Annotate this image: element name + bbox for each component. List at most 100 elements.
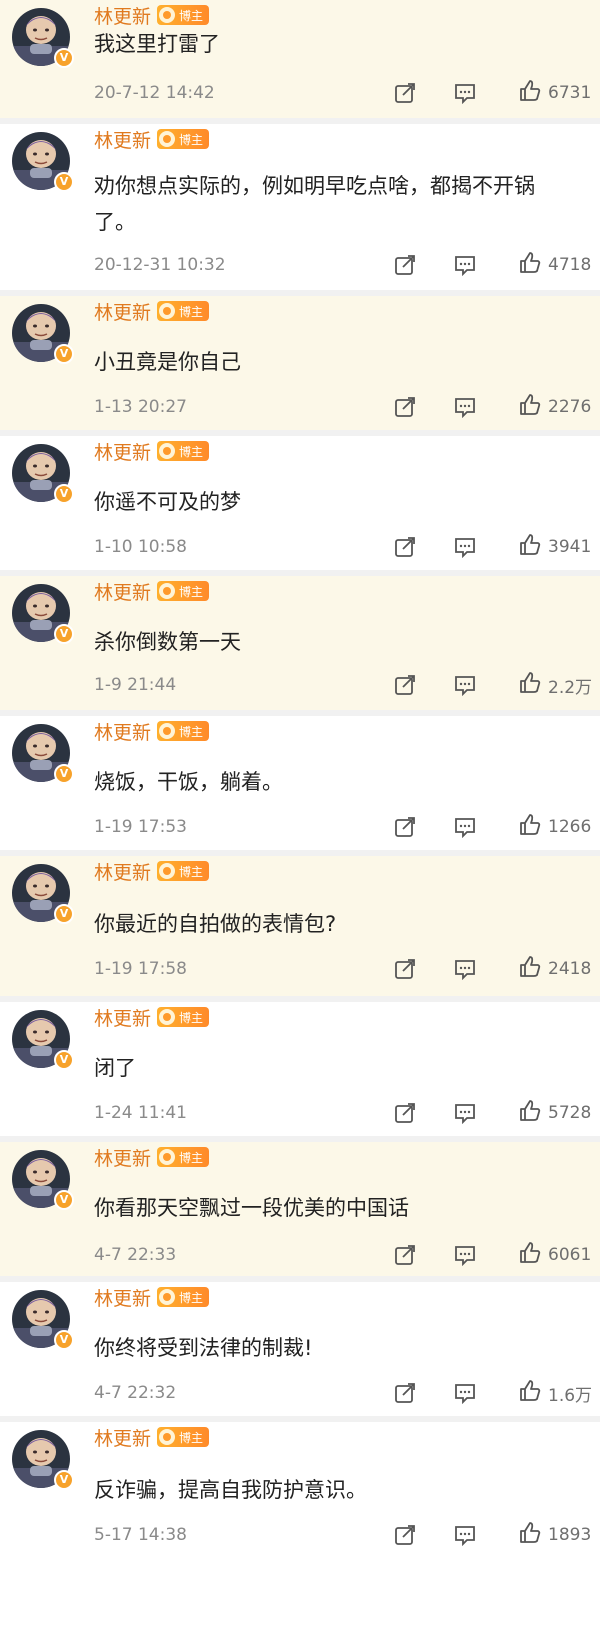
author-row: 林更新 博主 <box>94 1284 210 1311</box>
thumbs-up-icon <box>518 1379 542 1407</box>
like-button[interactable]: 1893 <box>518 1520 591 1550</box>
verified-badge-icon: V <box>54 1190 74 1210</box>
comment-icon[interactable] <box>454 254 476 276</box>
comment-card[interactable]: V 林更新 博主 你最近的自拍做的表情包? 1-19 17:58 2418 <box>0 856 600 996</box>
comment-icon[interactable] <box>454 396 476 418</box>
comment-icon[interactable] <box>454 1524 476 1546</box>
comment-icon[interactable] <box>454 816 476 838</box>
thumbs-up-icon <box>518 955 542 983</box>
comment-card[interactable]: V 林更新 博主 小丑竟是你自己 1-13 20:27 2276 <box>0 296 600 430</box>
author-name[interactable]: 林更新 <box>94 1144 151 1171</box>
blogger-badge: 博主 <box>157 861 210 881</box>
blogger-badge-label: 博主 <box>179 584 204 599</box>
comment-icon[interactable] <box>454 1244 476 1266</box>
avatar[interactable]: V <box>12 724 74 784</box>
share-icon[interactable] <box>394 254 416 276</box>
author-name[interactable]: 林更新 <box>94 718 151 745</box>
medal-icon <box>159 7 176 23</box>
thumbs-up-icon <box>518 533 542 561</box>
like-button[interactable]: 1.6万 <box>518 1378 592 1408</box>
author-name[interactable]: 林更新 <box>94 438 151 465</box>
share-icon[interactable] <box>394 82 416 104</box>
comment-card[interactable]: V 林更新 博主 你看那天空飘过一段优美的中国话 4-7 22:33 6061 <box>0 1142 600 1276</box>
like-button[interactable]: 6061 <box>518 1240 591 1270</box>
share-icon[interactable] <box>394 536 416 558</box>
share-icon[interactable] <box>394 958 416 980</box>
author-name[interactable]: 林更新 <box>94 1284 151 1311</box>
comment-meta: 20-7-12 14:42 6731 <box>94 78 600 108</box>
author-name[interactable]: 林更新 <box>94 2 151 29</box>
avatar[interactable]: V <box>12 864 74 924</box>
like-button[interactable]: 6731 <box>518 78 591 108</box>
comment-card[interactable]: V 林更新 博主 劝你想点实际的，例如明早吃点啥，都揭不开锅了。 20-12-31 10… <box>0 124 600 290</box>
verified-badge-icon: V <box>54 624 74 644</box>
blogger-badge: 博主 <box>157 581 210 601</box>
avatar[interactable]: V <box>12 1290 74 1350</box>
comment-meta: 4-7 22:32 1.6万 <box>94 1378 600 1408</box>
comment-text: 闭了 <box>94 1056 136 1080</box>
medal-icon <box>159 443 176 459</box>
avatar[interactable]: V <box>12 444 74 504</box>
comment-card[interactable]: V 林更新 博主 你终将受到法律的制裁! 4-7 22:32 1.6万 <box>0 1282 600 1416</box>
share-icon[interactable] <box>394 674 416 696</box>
blogger-badge: 博主 <box>157 1147 210 1167</box>
comment-card[interactable]: V 林更新 博主 我这里打雷了 20-7-12 14:42 6731 <box>0 0 600 118</box>
comment-icon[interactable] <box>454 1102 476 1124</box>
verified-badge-icon: V <box>54 764 74 784</box>
comment-meta: 1-19 17:53 1266 <box>94 812 600 842</box>
comment-card[interactable]: V 林更新 博主 反诈骗，提高自我防护意识。 5-17 14:38 1893 <box>0 1422 600 1631</box>
share-icon[interactable] <box>394 816 416 838</box>
share-icon[interactable] <box>394 1102 416 1124</box>
avatar[interactable]: V <box>12 304 74 364</box>
avatar[interactable]: V <box>12 584 74 644</box>
like-count: 2418 <box>548 959 592 979</box>
avatar[interactable]: V <box>12 132 74 192</box>
like-button[interactable]: 2276 <box>518 392 591 422</box>
thumbs-up-icon <box>518 1241 542 1269</box>
blogger-badge: 博主 <box>157 441 210 461</box>
author-name[interactable]: 林更新 <box>94 298 151 325</box>
avatar[interactable]: V <box>12 1150 74 1210</box>
comment-icon[interactable] <box>454 958 476 980</box>
comment-icon[interactable] <box>454 536 476 558</box>
comment-icon[interactable] <box>454 82 476 104</box>
avatar[interactable]: V <box>12 1430 74 1490</box>
author-name[interactable]: 林更新 <box>94 858 151 885</box>
blogger-badge-label: 博主 <box>179 1290 204 1305</box>
avatar[interactable]: V <box>12 8 74 68</box>
author-name[interactable]: 林更新 <box>94 578 151 605</box>
blogger-badge: 博主 <box>157 721 210 741</box>
author-name[interactable]: 林更新 <box>94 1004 151 1031</box>
comment-card[interactable]: V 林更新 博主 闭了 1-24 11:41 5728 <box>0 1002 600 1136</box>
share-icon[interactable] <box>394 1244 416 1266</box>
like-button[interactable]: 2.2万 <box>518 670 592 700</box>
like-button[interactable]: 4718 <box>518 250 591 280</box>
medal-icon <box>159 131 176 147</box>
timestamp: 1-13 20:27 <box>94 397 187 417</box>
comment-card[interactable]: V 林更新 博主 杀你倒数第一天 1-9 21:44 2.2万 <box>0 576 600 710</box>
comment-icon[interactable] <box>454 1382 476 1404</box>
comment-icon[interactable] <box>454 674 476 696</box>
like-button[interactable]: 1266 <box>518 812 591 842</box>
comment-text: 劝你想点实际的，例如明早吃点啥，都揭不开锅了。 <box>94 174 535 234</box>
avatar[interactable]: V <box>12 1010 74 1070</box>
comment-card[interactable]: V 林更新 博主 你遥不可及的梦 1-10 10:58 3941 <box>0 436 600 570</box>
like-button[interactable]: 2418 <box>518 954 591 984</box>
author-name[interactable]: 林更新 <box>94 1424 151 1451</box>
like-button[interactable]: 5728 <box>518 1098 591 1128</box>
author-name[interactable]: 林更新 <box>94 126 151 153</box>
blogger-badge-label: 博主 <box>179 1010 204 1025</box>
share-icon[interactable] <box>394 1382 416 1404</box>
timestamp: 5-17 14:38 <box>94 1525 187 1545</box>
share-icon[interactable] <box>394 396 416 418</box>
like-button[interactable]: 3941 <box>518 532 591 562</box>
like-count: 1266 <box>548 817 592 837</box>
share-icon[interactable] <box>394 1524 416 1546</box>
timestamp: 1-10 10:58 <box>94 537 187 557</box>
comment-meta: 20-12-31 10:32 4718 <box>94 250 600 280</box>
blogger-badge: 博主 <box>157 301 210 321</box>
comment-card[interactable]: V 林更新 博主 烧饭，干饭，躺着。 1-19 17:53 1266 <box>0 716 600 850</box>
timestamp: 1-19 17:58 <box>94 959 187 979</box>
verified-badge-icon: V <box>54 172 74 192</box>
author-row: 林更新 博主 <box>94 2 210 29</box>
